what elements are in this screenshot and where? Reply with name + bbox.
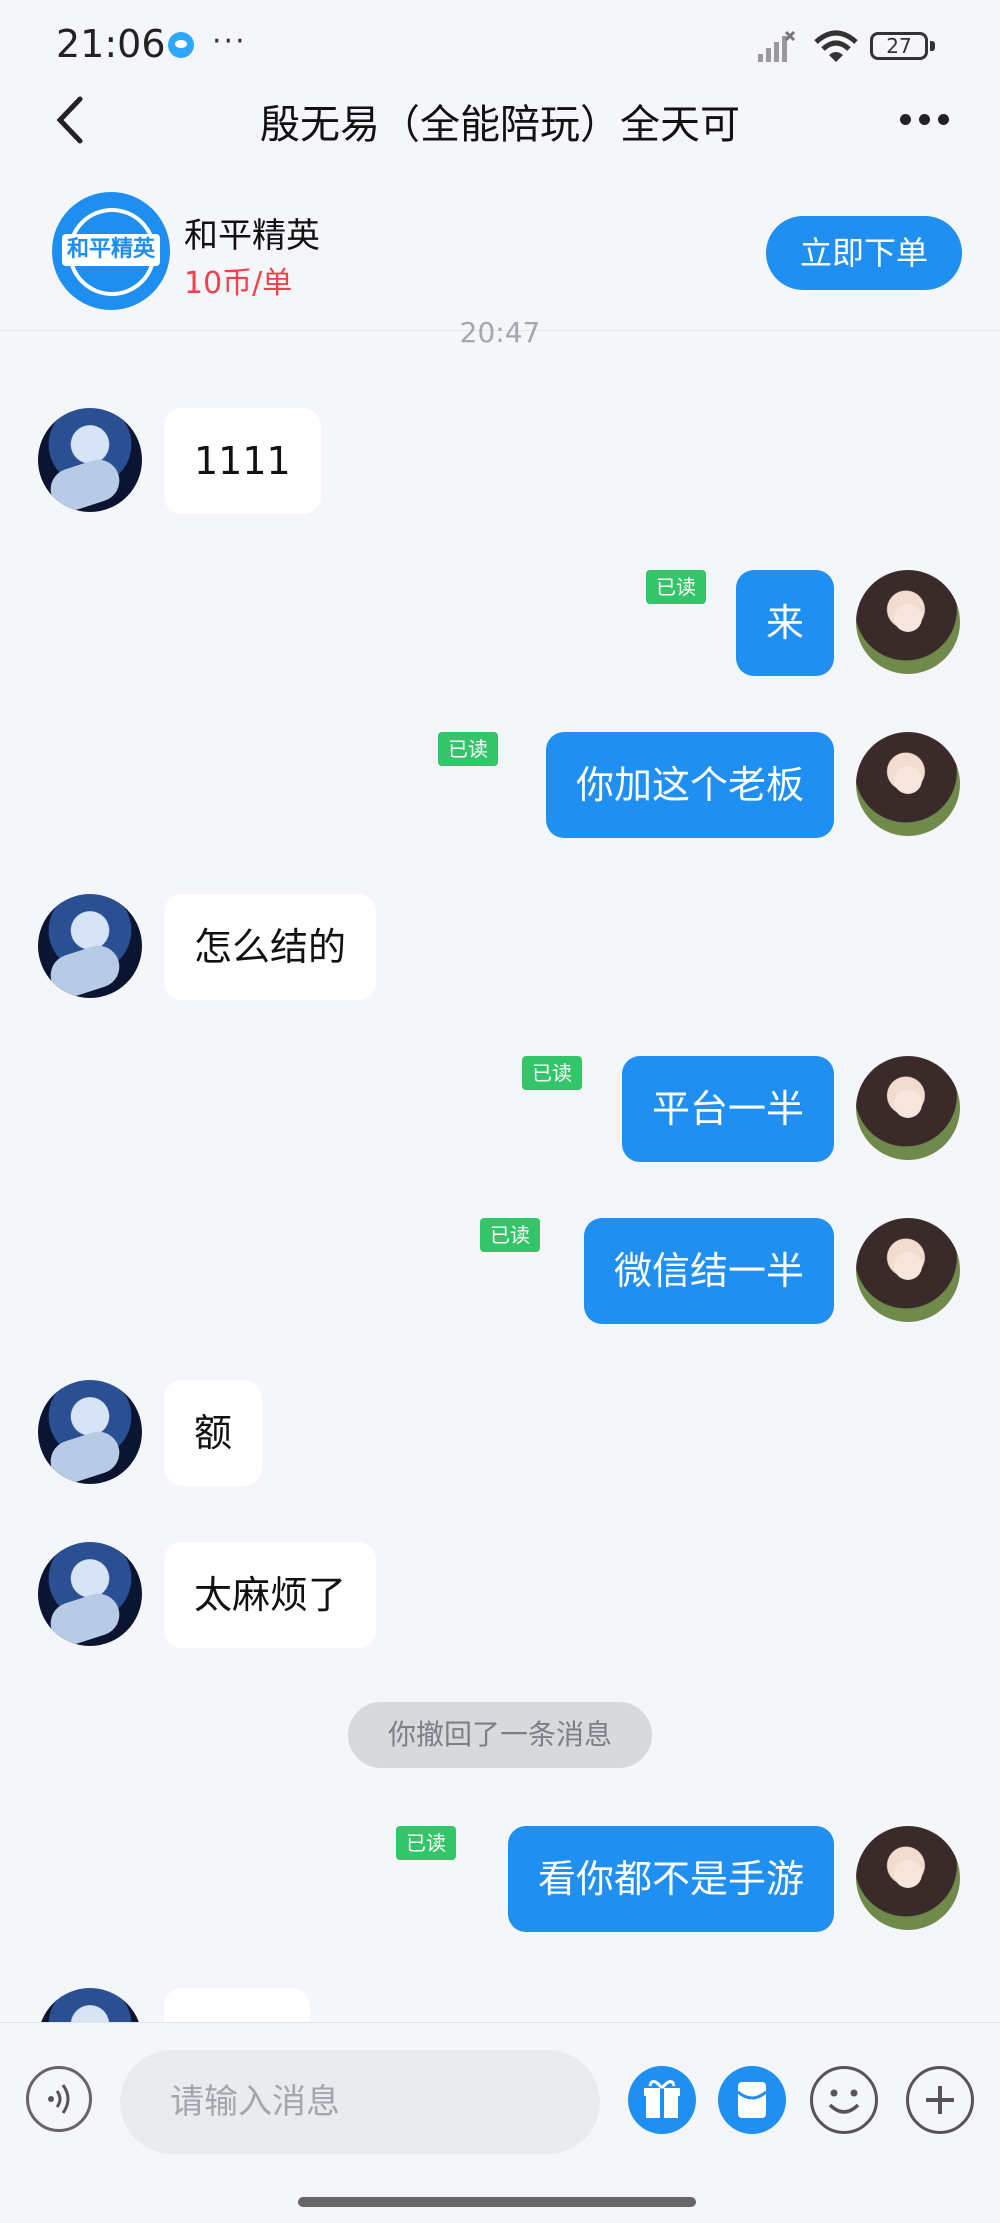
- message-bubble-sent[interactable]: 来: [735, 570, 834, 676]
- self-avatar[interactable]: [856, 1218, 960, 1322]
- contact-avatar[interactable]: [38, 408, 142, 512]
- notification-app-icon: [168, 32, 194, 58]
- more-options-icon[interactable]: [900, 110, 960, 130]
- status-time: 21:06: [56, 22, 166, 66]
- game-price: 10币/单: [184, 266, 293, 301]
- chat-timestamp: 20:47: [459, 316, 541, 349]
- read-badge: 已读: [480, 1218, 540, 1252]
- self-avatar[interactable]: [856, 570, 960, 674]
- self-avatar[interactable]: [856, 1826, 960, 1930]
- read-badge: 已读: [646, 570, 706, 604]
- game-name: 和平精英: [184, 216, 320, 256]
- message-bubble-sent[interactable]: 看你都不是手游: [507, 1826, 834, 1932]
- contact-avatar[interactable]: [38, 894, 142, 998]
- message-input[interactable]: [120, 2050, 600, 2154]
- contact-avatar[interactable]: [38, 1380, 142, 1484]
- message-bubble-sent[interactable]: 微信结一半: [583, 1218, 834, 1324]
- message-input-field[interactable]: [120, 2050, 600, 2154]
- read-badge: 已读: [438, 732, 498, 766]
- contact-avatar[interactable]: [38, 1542, 142, 1646]
- emoji-icon[interactable]: [810, 2066, 878, 2134]
- self-avatar[interactable]: [856, 1056, 960, 1160]
- message-bubble-sent[interactable]: 平台一半: [621, 1056, 834, 1162]
- battery-icon: 27: [870, 32, 928, 60]
- message-bubble-received[interactable]: 额: [164, 1380, 263, 1486]
- signal-icon: [758, 30, 796, 62]
- message-bubble-received[interactable]: 太麻烦了: [164, 1542, 377, 1648]
- plus-icon[interactable]: [906, 2066, 974, 2134]
- message-bubble-sent[interactable]: 你加这个老板: [545, 732, 834, 838]
- read-badge: 已读: [522, 1056, 582, 1090]
- wifi-icon: [814, 30, 858, 62]
- read-badge: 已读: [396, 1826, 456, 1860]
- message-bubble-received[interactable]: 怎么结的: [164, 894, 377, 1000]
- voice-input-icon[interactable]: [26, 2066, 92, 2132]
- recall-notice: 你撤回了一条消息: [348, 1702, 652, 1768]
- self-avatar[interactable]: [856, 732, 960, 836]
- gift-icon[interactable]: [628, 2066, 696, 2134]
- home-indicator[interactable]: [298, 2197, 696, 2207]
- red-packet-icon[interactable]: [718, 2066, 786, 2134]
- battery-tip: [930, 41, 935, 51]
- page-title: 殷无易（全能陪玩）全天可: [260, 102, 740, 148]
- order-now-button[interactable]: 立即下单: [766, 216, 962, 290]
- message-bubble-received[interactable]: 1111: [164, 408, 321, 514]
- more-notifications-icon: ···: [212, 24, 247, 59]
- game-logo: 和平精英: [52, 192, 170, 310]
